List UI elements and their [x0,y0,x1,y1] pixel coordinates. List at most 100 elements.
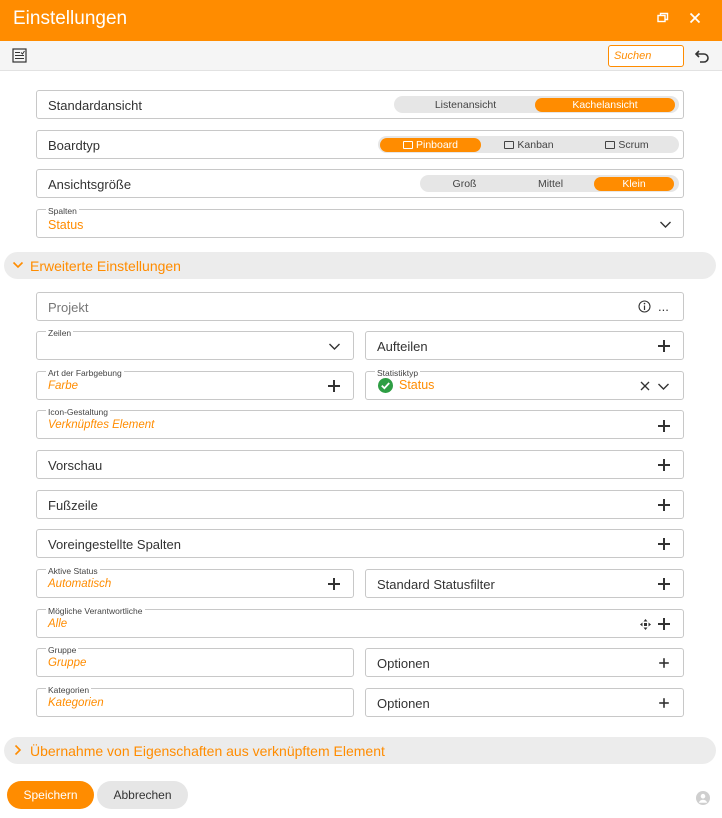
move-icon[interactable] [640,618,652,630]
chevron-right-icon [12,744,24,756]
cancel-button[interactable]: Abbrechen [97,781,188,809]
spalten-select[interactable]: Spalten Status [36,206,684,238]
aktive-status-field[interactable]: Aktive Status Automatisch [36,566,354,598]
add-icon[interactable] [658,420,670,432]
info-icon[interactable] [637,300,651,314]
kategorien-optionen-label: Optionen [377,696,430,711]
chevron-down-icon[interactable] [327,340,341,354]
add-icon[interactable] [658,340,670,352]
ansichtsgroesse-toggle: Groß Mittel Klein [420,175,679,192]
settings-list-icon[interactable] [12,48,27,63]
standardansicht-label: Standardansicht [48,98,142,113]
erweiterte-einstellungen-title: Erweiterte Einstellungen [30,258,181,274]
projekt-field[interactable]: Projekt ... [36,292,684,321]
option-listenansicht[interactable]: Listenansicht [396,98,535,112]
boardtyp-toggle: Pinboard Kanban Scrum [378,136,679,153]
boardtyp-label: Boardtyp [48,138,101,153]
vorschau-field[interactable]: Vorschau [36,450,684,479]
add-icon[interactable] [659,698,669,708]
standardansicht-field: Standardansicht Listenansicht Kachelansi… [36,90,684,119]
farbgebung-label: Art der Farbgebung [46,368,124,379]
projekt-placeholder: Projekt [48,300,89,315]
verantwortliche-field[interactable]: Mögliche Verantwortliche Alle [36,606,684,638]
gruppe-value: Gruppe [48,657,87,669]
title-bar: Einstellungen [0,0,722,41]
voreingestellte-spalten-field[interactable]: Voreingestellte Spalten [36,529,684,558]
verantwortliche-value: Alle [48,618,68,630]
search-input[interactable] [608,45,684,67]
kanban-icon [504,140,515,149]
option-mittel[interactable]: Mittel [507,177,594,191]
farbgebung-field[interactable]: Art der Farbgebung Farbe [36,368,354,400]
ansichtsgroesse-field: Ansichtsgröße Groß Mittel Klein [36,169,684,198]
ansichtsgroesse-label: Ansichtsgröße [48,177,132,192]
option-pinboard-label: Pinboard [415,138,459,151]
check-circle-icon [378,378,393,393]
scrum-icon [605,140,616,149]
standardansicht-toggle: Listenansicht Kachelansicht [394,96,679,113]
standard-statusfilter-field[interactable]: Standard Statusfilter [365,569,684,598]
kategorien-field[interactable]: Kategorien Kategorien [36,685,354,717]
option-kanban[interactable]: Kanban [481,138,577,152]
icon-gestaltung-field[interactable]: Icon-Gestaltung Verknüpftes Element [36,407,684,439]
add-icon[interactable] [328,380,340,392]
window-title: Einstellungen [13,8,128,29]
spalten-value: Status [48,218,84,232]
gruppe-optionen-field[interactable]: Optionen [365,648,684,677]
chevron-down-icon [12,259,24,271]
chevron-down-icon[interactable] [656,380,670,394]
uebernahme-header[interactable]: Übernahme von Eigenschaften aus verknüpf… [4,737,716,764]
gruppe-optionen-label: Optionen [377,656,430,671]
add-icon[interactable] [658,578,670,590]
option-scrum[interactable]: Scrum [577,138,677,152]
aufteilen-field[interactable]: Aufteilen [365,331,684,360]
gruppe-label: Gruppe [46,645,79,656]
fusszeile-label: Fußzeile [48,498,98,513]
kategorien-label: Kategorien [46,685,92,696]
erweiterte-einstellungen-header[interactable]: Erweiterte Einstellungen [4,252,716,279]
restore-icon[interactable] [652,9,674,31]
gruppe-field[interactable]: Gruppe Gruppe [36,645,354,677]
add-icon[interactable] [328,578,340,590]
aktive-status-label: Aktive Status [46,566,100,577]
more-options-button[interactable]: ... [658,299,669,314]
farbgebung-value: Farbe [48,380,79,392]
standard-statusfilter-label: Standard Statusfilter [377,577,495,592]
boardtyp-field: Boardtyp Pinboard Kanban Scrum [36,130,684,159]
verantwortliche-label: Mögliche Verantwortliche [46,606,145,617]
option-pinboard[interactable]: Pinboard [380,137,481,152]
kategorien-value: Kategorien [48,697,104,709]
option-klein[interactable]: Klein [594,176,674,191]
add-icon[interactable] [659,658,669,668]
vorschau-label: Vorschau [48,458,103,473]
user-avatar-icon[interactable] [696,791,710,805]
clear-icon[interactable] [638,380,652,394]
add-icon[interactable] [658,459,670,471]
aufteilen-label: Aufteilen [377,339,428,354]
add-icon[interactable] [658,618,670,630]
pinboard-icon [402,140,413,149]
voreingestellte-spalten-label: Voreingestellte Spalten [48,537,181,552]
icon-gestaltung-label: Icon-Gestaltung [46,407,111,418]
add-icon[interactable] [658,538,670,550]
toolbar [0,41,722,71]
option-kachelansicht[interactable]: Kachelansicht [535,97,675,112]
zeilen-select[interactable]: Zeilen [36,328,354,360]
kategorien-optionen-field[interactable]: Optionen [365,688,684,717]
save-button[interactable]: Speichern [7,781,94,809]
fusszeile-field[interactable]: Fußzeile [36,490,684,519]
statistiktyp-value: Status [399,378,435,392]
add-icon[interactable] [658,499,670,511]
uebernahme-title: Übernahme von Eigenschaften aus verknüpf… [30,743,385,759]
option-kanban-label: Kanban [517,138,554,151]
option-gross[interactable]: Groß [422,177,507,191]
close-icon[interactable] [684,9,706,31]
zeilen-label: Zeilen [46,328,74,339]
undo-icon[interactable] [694,48,710,64]
option-scrum-label: Scrum [618,138,649,151]
icon-gestaltung-value: Verknüpftes Element [48,419,155,431]
spalten-label: Spalten [46,206,79,217]
statistiktyp-select[interactable]: Statistiktyp Status [365,368,684,400]
aktive-status-value: Automatisch [48,578,112,590]
chevron-down-icon[interactable] [658,218,672,232]
